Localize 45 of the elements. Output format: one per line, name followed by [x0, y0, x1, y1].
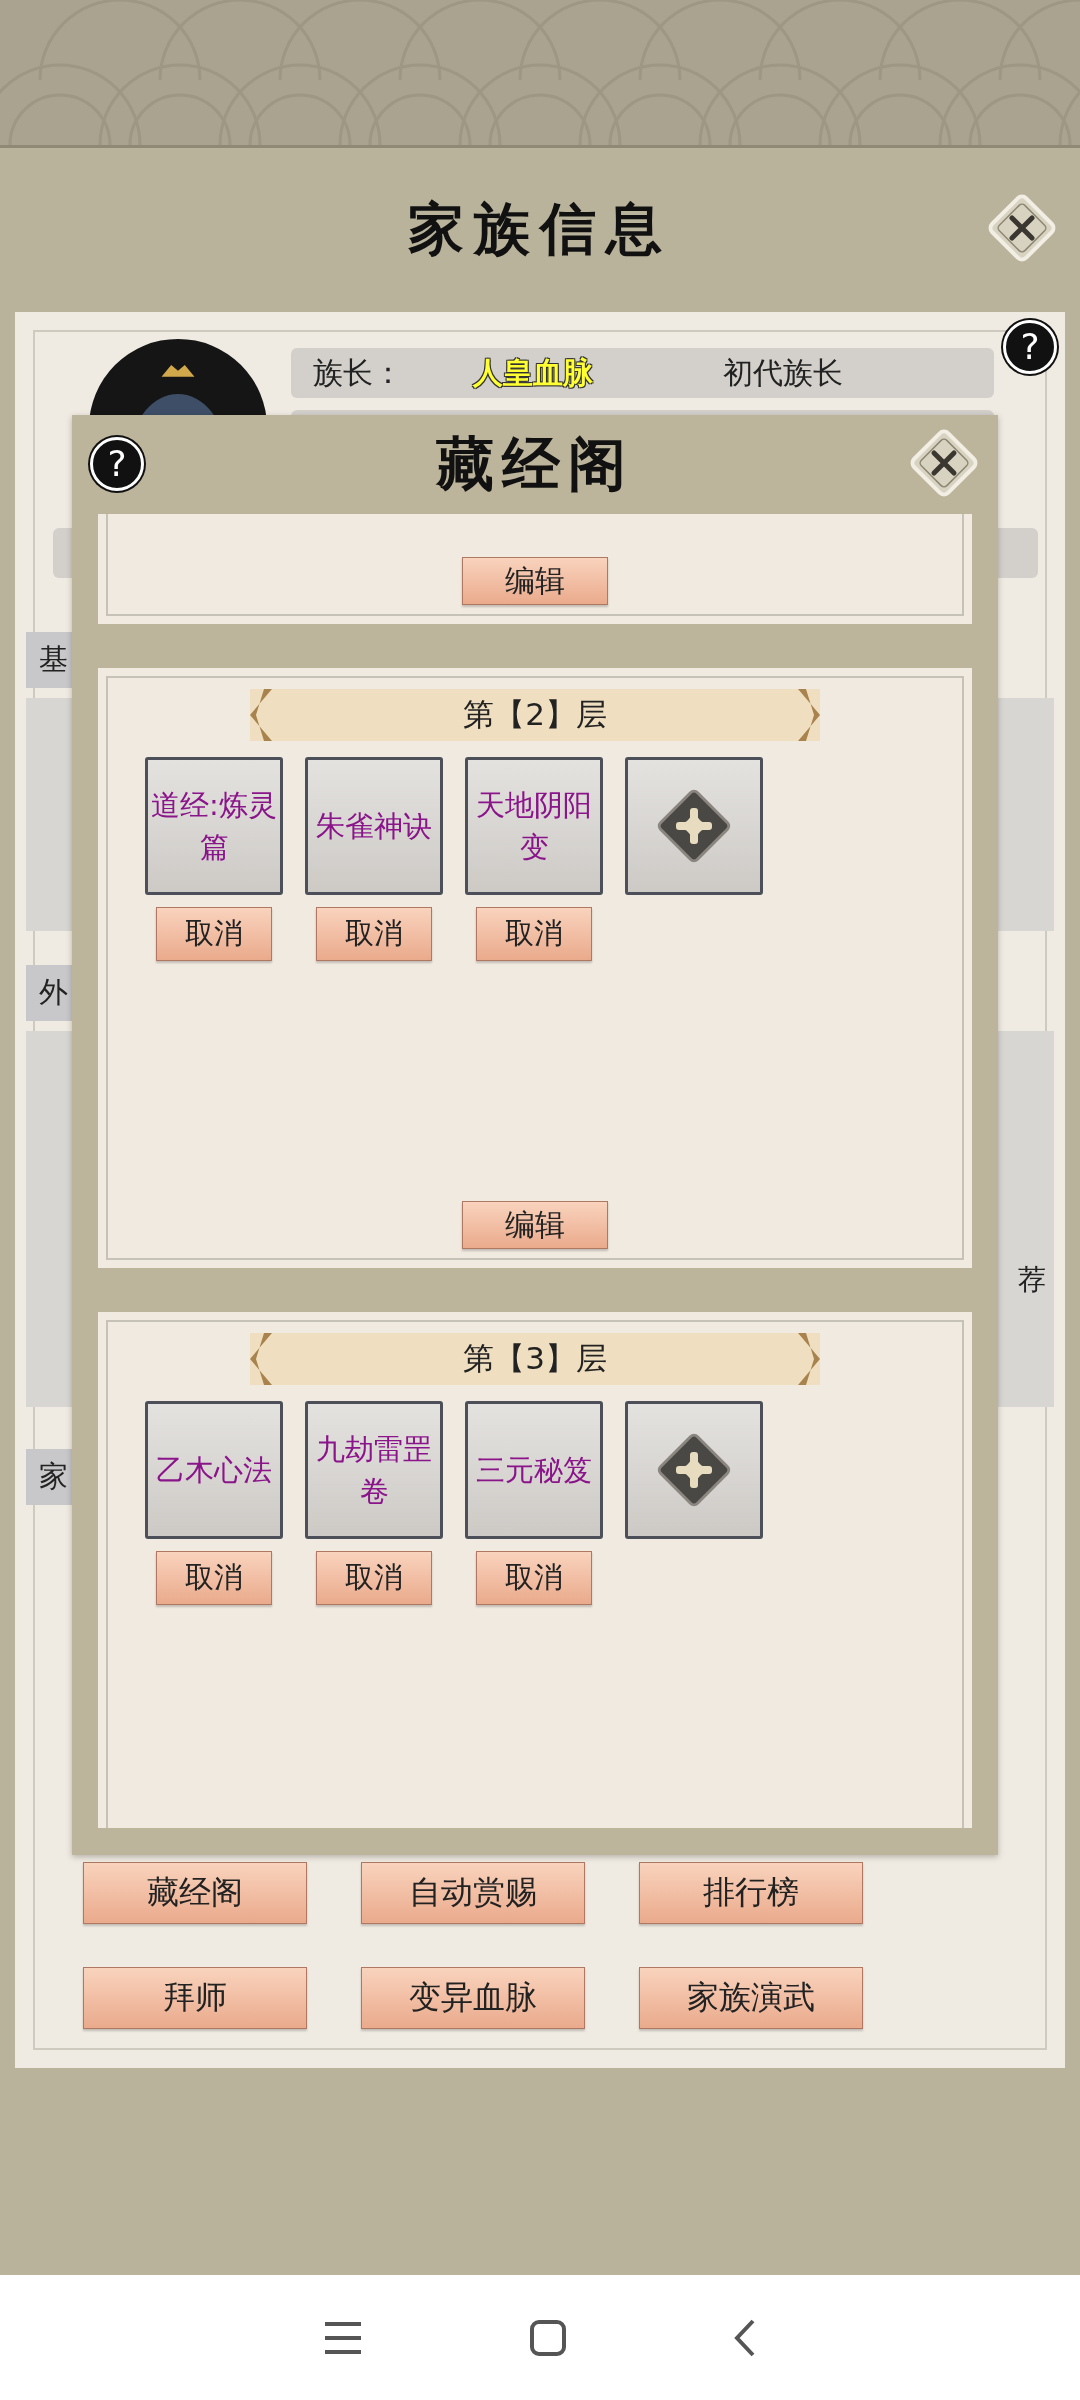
action-button[interactable]: 拜师 [83, 1967, 307, 2029]
panel-text: 荐 [1018, 1262, 1046, 1298]
book-slot[interactable]: 道经:炼灵篇 [145, 757, 283, 895]
help-button[interactable]: ? [90, 437, 144, 491]
help-button[interactable]: ? [1003, 320, 1057, 374]
leader-label: 族长： [313, 353, 404, 392]
book-title: 乙木心法 [155, 1451, 273, 1489]
action-button[interactable]: 家族演武 [639, 1967, 863, 2029]
cancel-button[interactable]: 取消 [316, 1551, 432, 1605]
cancel-button[interactable]: 取消 [476, 1551, 592, 1605]
book-slot[interactable]: 天地阴阳变 [465, 757, 603, 895]
right-chevron-icon[interactable] [798, 689, 820, 741]
menu-icon[interactable] [323, 2320, 363, 2355]
bloodline-text: 人皇血脉 [473, 353, 594, 392]
right-chevron-icon[interactable] [798, 1333, 820, 1385]
action-button[interactable]: 变异血脉 [361, 1967, 585, 2029]
book-title: 三元秘笈 [475, 1451, 593, 1489]
edit-button[interactable]: 编辑 [462, 1201, 608, 1249]
edit-button[interactable]: 编辑 [462, 557, 608, 605]
cancel-button[interactable]: 取消 [316, 907, 432, 961]
book-title: 道经:炼灵篇 [150, 786, 278, 866]
action-button[interactable]: 排行榜 [639, 1862, 863, 1924]
back-icon[interactable] [733, 2317, 757, 2358]
left-chevron-icon[interactable] [250, 1333, 272, 1385]
dialog-title: 藏经阁 [436, 428, 634, 500]
cancel-button[interactable]: 取消 [156, 907, 272, 961]
add-slot[interactable] [625, 757, 763, 895]
page-title: 家族信息 [408, 194, 672, 263]
home-icon[interactable] [529, 2318, 567, 2357]
cancel-button[interactable]: 取消 [156, 1551, 272, 1605]
book-slot[interactable]: 九劫雷罡卷 [305, 1401, 443, 1539]
action-button[interactable]: 自动赏赐 [361, 1862, 585, 1924]
rank-text: 初代族长 [723, 353, 844, 392]
book-title: 九劫雷罡卷 [315, 1430, 433, 1510]
action-button[interactable]: 藏经阁 [83, 1862, 307, 1924]
left-chevron-icon[interactable] [250, 689, 272, 741]
book-slot[interactable]: 三元秘笈 [465, 1401, 603, 1539]
book-title: 天地阴阳变 [475, 786, 593, 866]
cancel-button[interactable]: 取消 [476, 907, 592, 961]
floor-title: 第【3】层 [463, 1339, 607, 1378]
book-title: 朱雀神诀 [315, 807, 433, 845]
book-slot[interactable]: 乙木心法 [145, 1401, 283, 1539]
floor-title: 第【2】层 [463, 695, 607, 734]
add-slot[interactable] [625, 1401, 763, 1539]
book-slot[interactable]: 朱雀神诀 [305, 757, 443, 895]
